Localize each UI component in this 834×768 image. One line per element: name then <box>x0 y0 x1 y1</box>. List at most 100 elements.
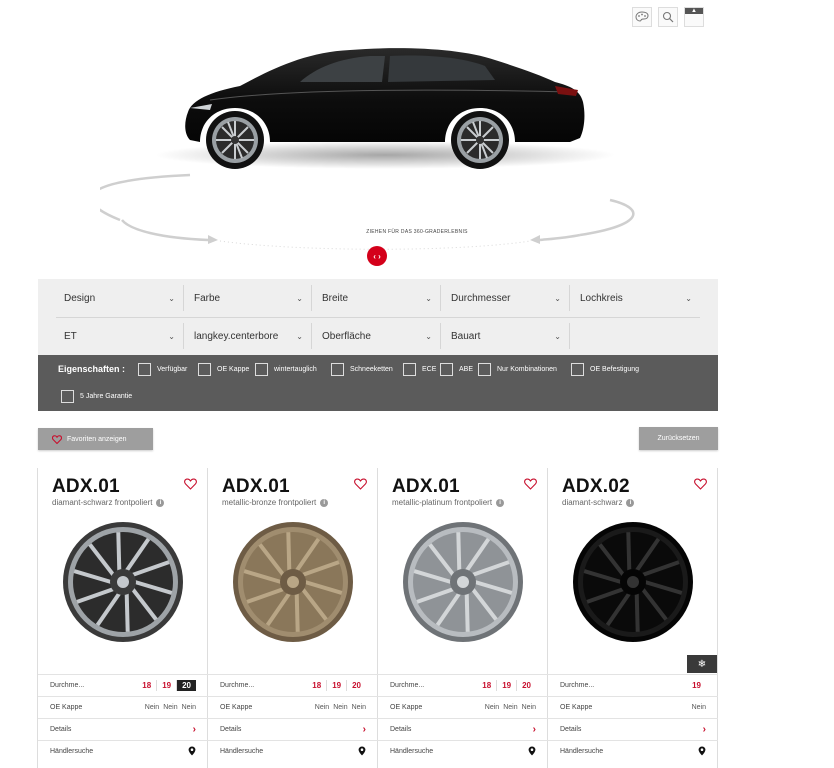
info-icon[interactable]: i <box>496 498 505 507</box>
chevron-right-icon: › <box>362 723 366 735</box>
dealer-search-link[interactable]: Händlersuche <box>208 740 378 761</box>
wheel-image[interactable] <box>61 520 185 644</box>
size-option[interactable]: 20 <box>176 679 196 691</box>
details-label: Details <box>560 725 582 733</box>
prop-nur-kombinationen[interactable]: Nur Kombinationen <box>478 363 557 376</box>
filter-label: Bauart <box>451 330 481 342</box>
product-grid: ADX.01 diamant-schwarz frontpoliert i Du… <box>37 468 719 768</box>
prop-wintertauglich[interactable]: wintertauglich <box>255 363 317 376</box>
prop-oe-kappe[interactable]: OE Kappe <box>198 363 249 376</box>
filter-lochkreis[interactable]: Lochkreis ⌄ <box>570 279 700 317</box>
product-title: ADX.01 <box>222 476 290 497</box>
details-link[interactable]: Details › <box>378 718 548 739</box>
chevron-down-icon: ⌄ <box>425 293 432 303</box>
filter-farbe[interactable]: Farbe ⌄ <box>184 279 311 317</box>
size-option[interactable]: 20 <box>346 679 366 691</box>
checkbox[interactable] <box>255 363 268 376</box>
details-link[interactable]: Details › <box>38 718 208 739</box>
collapse-icon[interactable]: ▲ <box>684 7 704 27</box>
oe-values: Nein Nein Nein <box>485 704 536 711</box>
details-link[interactable]: Details › <box>548 718 718 739</box>
filter-bauart[interactable]: Bauart ⌄ <box>441 317 569 355</box>
checkbox[interactable] <box>571 363 584 376</box>
product-card[interactable]: ADX.02 diamant-schwarz i ❄ Durchme... 19 <box>548 468 718 768</box>
product-finish: diamant-schwarz i <box>562 498 635 507</box>
prop-garantie[interactable]: 5 Jahre Garantie <box>61 390 132 403</box>
car-360-viewer[interactable] <box>100 30 700 280</box>
prop-label: Verfügbar <box>157 366 188 373</box>
size-option[interactable]: 19 <box>496 679 516 691</box>
chevron-down-icon: ⌄ <box>554 293 561 303</box>
product-card[interactable]: ADX.01 diamant-schwarz frontpoliert i Du… <box>38 468 208 768</box>
checkbox[interactable] <box>403 363 416 376</box>
size-list: 18 19 20 <box>307 679 366 691</box>
color-palette-icon[interactable] <box>632 7 652 27</box>
info-icon[interactable]: i <box>156 498 165 507</box>
size-option[interactable]: 18 <box>477 680 496 691</box>
filter-breite[interactable]: Breite ⌄ <box>312 279 440 317</box>
heart-icon[interactable] <box>184 478 197 490</box>
filter-et[interactable]: ET ⌄ <box>38 317 183 355</box>
show-favorites-button[interactable]: Favoriten anzeigen <box>38 428 153 450</box>
size-option[interactable]: 19 <box>326 679 346 691</box>
size-option[interactable]: 18 <box>307 680 326 691</box>
checkbox[interactable] <box>478 363 491 376</box>
size-option[interactable]: 19 <box>156 679 176 691</box>
product-title: ADX.01 <box>392 476 460 497</box>
location-pin-icon <box>698 746 706 756</box>
info-icon[interactable]: i <box>320 498 329 507</box>
dealer-search-link[interactable]: Händlersuche <box>548 740 718 761</box>
product-title: ADX.02 <box>562 476 630 497</box>
product-card[interactable]: ADX.01 metallic-platinum frontpoliert i … <box>378 468 548 768</box>
filter-design[interactable]: Design ⌄ <box>38 279 183 317</box>
filter-durchmesser[interactable]: Durchmesser ⌄ <box>441 279 569 317</box>
prop-label: 5 Jahre Garantie <box>80 393 133 400</box>
diameter-row: Durchme... 18 19 20 <box>38 674 208 695</box>
prop-ece[interactable]: ECE <box>403 363 436 376</box>
dealer-search-link[interactable]: Händlersuche <box>378 740 548 761</box>
size-option[interactable]: 20 <box>516 679 536 691</box>
wheel-image[interactable] <box>571 520 695 644</box>
prop-schneeketten[interactable]: Schneeketten <box>331 363 393 376</box>
dealer-search-link[interactable]: Händlersuche <box>38 740 208 761</box>
wheel-image[interactable] <box>231 520 355 644</box>
prop-label: Schneeketten <box>350 366 393 373</box>
search-icon[interactable] <box>658 7 678 27</box>
size-option[interactable]: 18 <box>137 680 156 691</box>
product-title: ADX.01 <box>52 476 120 497</box>
checkbox[interactable] <box>61 390 74 403</box>
details-label: Details <box>220 725 242 733</box>
info-icon[interactable]: i <box>626 498 635 507</box>
size-option[interactable]: 19 <box>687 680 706 691</box>
filter-label: Design <box>64 292 96 304</box>
location-pin-icon <box>188 746 196 756</box>
oe-values: Nein <box>692 704 706 711</box>
filter-centerbore[interactable]: langkey.centerbore ⌄ <box>184 317 311 355</box>
details-link[interactable]: Details › <box>208 718 378 739</box>
heart-icon[interactable] <box>694 478 707 490</box>
reset-button[interactable]: Zurücksetzen <box>639 427 718 450</box>
chevron-down-icon: ⌄ <box>168 293 175 303</box>
chevron-right-icon: › <box>532 723 536 735</box>
heart-icon[interactable] <box>524 478 537 490</box>
prop-verfuegbar[interactable]: Verfügbar <box>138 363 187 376</box>
product-card[interactable]: ADX.01 metallic-bronze frontpoliert i Du… <box>208 468 378 768</box>
checkbox[interactable] <box>198 363 211 376</box>
rotate-360-button[interactable]: ‹ › <box>367 246 387 266</box>
checkbox[interactable] <box>440 363 453 376</box>
prop-label: OE Kappe <box>217 366 250 373</box>
chevron-right-icon: › <box>192 723 196 735</box>
prop-oe-befestigung[interactable]: OE Befestigung <box>571 363 639 376</box>
heart-icon[interactable] <box>354 478 367 490</box>
oe-value: Nein <box>521 703 536 711</box>
filter-oberflaeche[interactable]: Oberfläche ⌄ <box>312 317 440 355</box>
prop-abe[interactable]: ABE <box>440 363 473 376</box>
product-finish: diamant-schwarz frontpoliert i <box>52 498 165 507</box>
checkbox[interactable] <box>331 363 344 376</box>
oe-cap-row: OE Kappe Nein <box>548 696 718 717</box>
checkbox[interactable] <box>138 363 151 376</box>
wheel-image[interactable] <box>401 520 525 644</box>
oe-values: Nein Nein Nein <box>145 704 196 711</box>
chevron-down-icon: ⌄ <box>685 293 692 303</box>
finish-label: diamant-schwarz frontpoliert <box>52 498 153 507</box>
